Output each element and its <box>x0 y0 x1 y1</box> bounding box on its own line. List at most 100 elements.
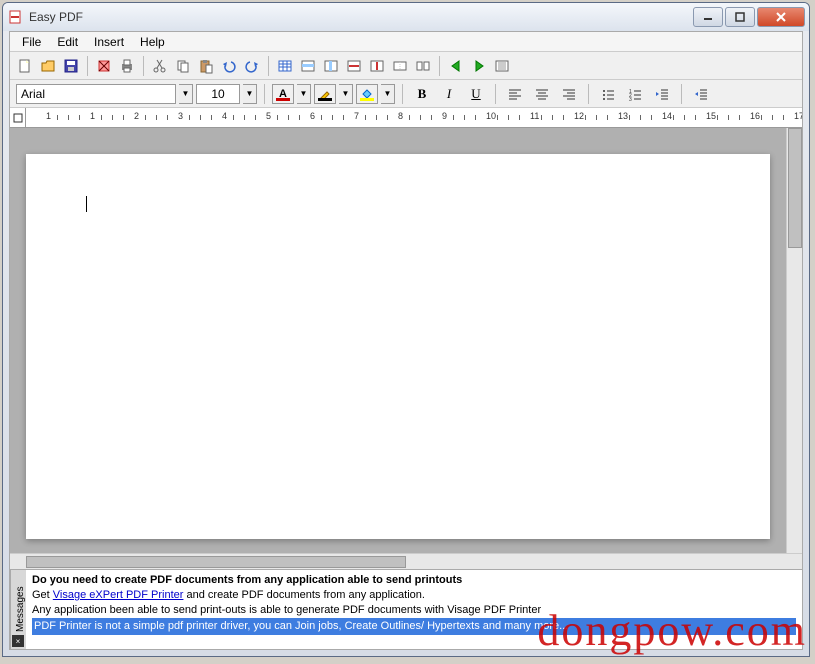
separator <box>588 84 589 104</box>
editor-area <box>10 128 802 553</box>
indent-button[interactable] <box>689 83 713 105</box>
split-cells-button[interactable] <box>412 55 434 77</box>
ruler-number: 12 <box>574 111 584 121</box>
separator <box>264 84 265 104</box>
separator <box>439 56 440 76</box>
number-list-button[interactable]: 123 <box>623 83 647 105</box>
ruler-number: 1 <box>90 111 95 121</box>
svg-text:3: 3 <box>629 97 632 101</box>
new-button[interactable] <box>14 55 36 77</box>
separator <box>87 56 88 76</box>
separator <box>495 84 496 104</box>
highlight-button[interactable] <box>314 84 336 104</box>
ruler-number: 14 <box>662 111 672 121</box>
ruler-number: 3 <box>178 111 183 121</box>
outdent-button[interactable] <box>650 83 674 105</box>
page-container <box>10 128 786 553</box>
text-cursor <box>86 196 87 212</box>
horizontal-scrollbar[interactable] <box>10 553 802 569</box>
ruler-number: 7 <box>354 111 359 121</box>
messages-tab-label: Messages <box>15 587 26 633</box>
cut-button[interactable] <box>149 55 171 77</box>
font-color-button[interactable]: A <box>272 84 294 104</box>
menu-edit[interactable]: Edit <box>49 33 86 51</box>
pdf-printer-link[interactable]: Visage eXPert PDF Printer <box>53 589 184 601</box>
underline-button[interactable]: U <box>464 83 488 105</box>
save-button[interactable] <box>60 55 82 77</box>
view-button[interactable] <box>491 55 513 77</box>
message-line: Any application been able to send print-… <box>32 603 796 618</box>
app-icon <box>7 9 23 25</box>
ruler-number: 10 <box>486 111 496 121</box>
copy-button[interactable] <box>172 55 194 77</box>
bold-button[interactable]: B <box>410 83 434 105</box>
minimize-button[interactable] <box>693 7 723 27</box>
align-center-button[interactable] <box>530 83 554 105</box>
separator <box>143 56 144 76</box>
size-dropdown-icon[interactable]: ▼ <box>243 84 257 104</box>
ruler[interactable]: 11234567891011121314151617 <box>10 108 802 128</box>
ruler-corner <box>10 108 26 127</box>
font-dropdown-icon[interactable]: ▼ <box>179 84 193 104</box>
maximize-button[interactable] <box>725 7 755 27</box>
bullet-list-button[interactable] <box>596 83 620 105</box>
delete-col-button[interactable] <box>366 55 388 77</box>
separator <box>268 56 269 76</box>
messages-panel: × Messages Do you need to create PDF doc… <box>10 569 802 649</box>
redo-button[interactable] <box>241 55 263 77</box>
merge-cells-button[interactable] <box>389 55 411 77</box>
ruler-number: 2 <box>134 111 139 121</box>
message-line: Do you need to create PDF documents from… <box>32 573 796 588</box>
insert-col-button[interactable] <box>320 55 342 77</box>
message-line-selected[interactable]: PDF Printer is not a simple pdf printer … <box>32 618 796 635</box>
toolbar-main <box>10 52 802 80</box>
messages-close-icon[interactable]: × <box>12 635 24 647</box>
menubar: File Edit Insert Help <box>10 32 802 52</box>
italic-button[interactable]: I <box>437 83 461 105</box>
main-window: Easy PDF File Edit Insert Help <box>2 2 810 657</box>
print-button[interactable] <box>116 55 138 77</box>
align-right-button[interactable] <box>557 83 581 105</box>
clear-format-button[interactable] <box>93 55 115 77</box>
menu-file[interactable]: File <box>14 33 49 51</box>
bg-color-button[interactable] <box>356 84 378 104</box>
window-title: Easy PDF <box>29 10 693 24</box>
document-page[interactable] <box>26 154 770 539</box>
vscroll-thumb[interactable] <box>788 128 802 248</box>
ruler-number: 13 <box>618 111 628 121</box>
font-size-select[interactable] <box>196 84 240 104</box>
ruler-number: 17 <box>794 111 802 121</box>
ruler-number: 16 <box>750 111 760 121</box>
paste-button[interactable] <box>195 55 217 77</box>
separator <box>402 84 403 104</box>
delete-row-button[interactable] <box>343 55 365 77</box>
titlebar: Easy PDF <box>3 3 809 31</box>
ruler-track[interactable]: 11234567891011121314151617 <box>26 108 802 127</box>
undo-button[interactable] <box>218 55 240 77</box>
menu-insert[interactable]: Insert <box>86 33 132 51</box>
insert-table-button[interactable] <box>274 55 296 77</box>
next-page-button[interactable] <box>468 55 490 77</box>
client-area: File Edit Insert Help <box>9 31 803 650</box>
highlight-dropdown-icon[interactable]: ▼ <box>339 84 353 104</box>
messages-tab[interactable]: × Messages <box>10 570 26 649</box>
align-left-button[interactable] <box>503 83 527 105</box>
ruler-number: 6 <box>310 111 315 121</box>
ruler-number: 11 <box>530 111 539 121</box>
ruler-number: 5 <box>266 111 271 121</box>
ruler-number: 1 <box>46 111 51 121</box>
hscroll-thumb[interactable] <box>26 556 406 568</box>
open-button[interactable] <box>37 55 59 77</box>
message-line: Get Visage eXPert PDF Printer and create… <box>32 588 796 603</box>
close-button[interactable] <box>757 7 805 27</box>
vertical-scrollbar[interactable] <box>786 128 802 553</box>
ruler-number: 15 <box>706 111 716 121</box>
font-select[interactable] <box>16 84 176 104</box>
menu-help[interactable]: Help <box>132 33 173 51</box>
insert-row-button[interactable] <box>297 55 319 77</box>
bg-color-dropdown-icon[interactable]: ▼ <box>381 84 395 104</box>
font-color-dropdown-icon[interactable]: ▼ <box>297 84 311 104</box>
ruler-number: 4 <box>222 111 227 121</box>
prev-page-button[interactable] <box>445 55 467 77</box>
ruler-number: 8 <box>398 111 403 121</box>
